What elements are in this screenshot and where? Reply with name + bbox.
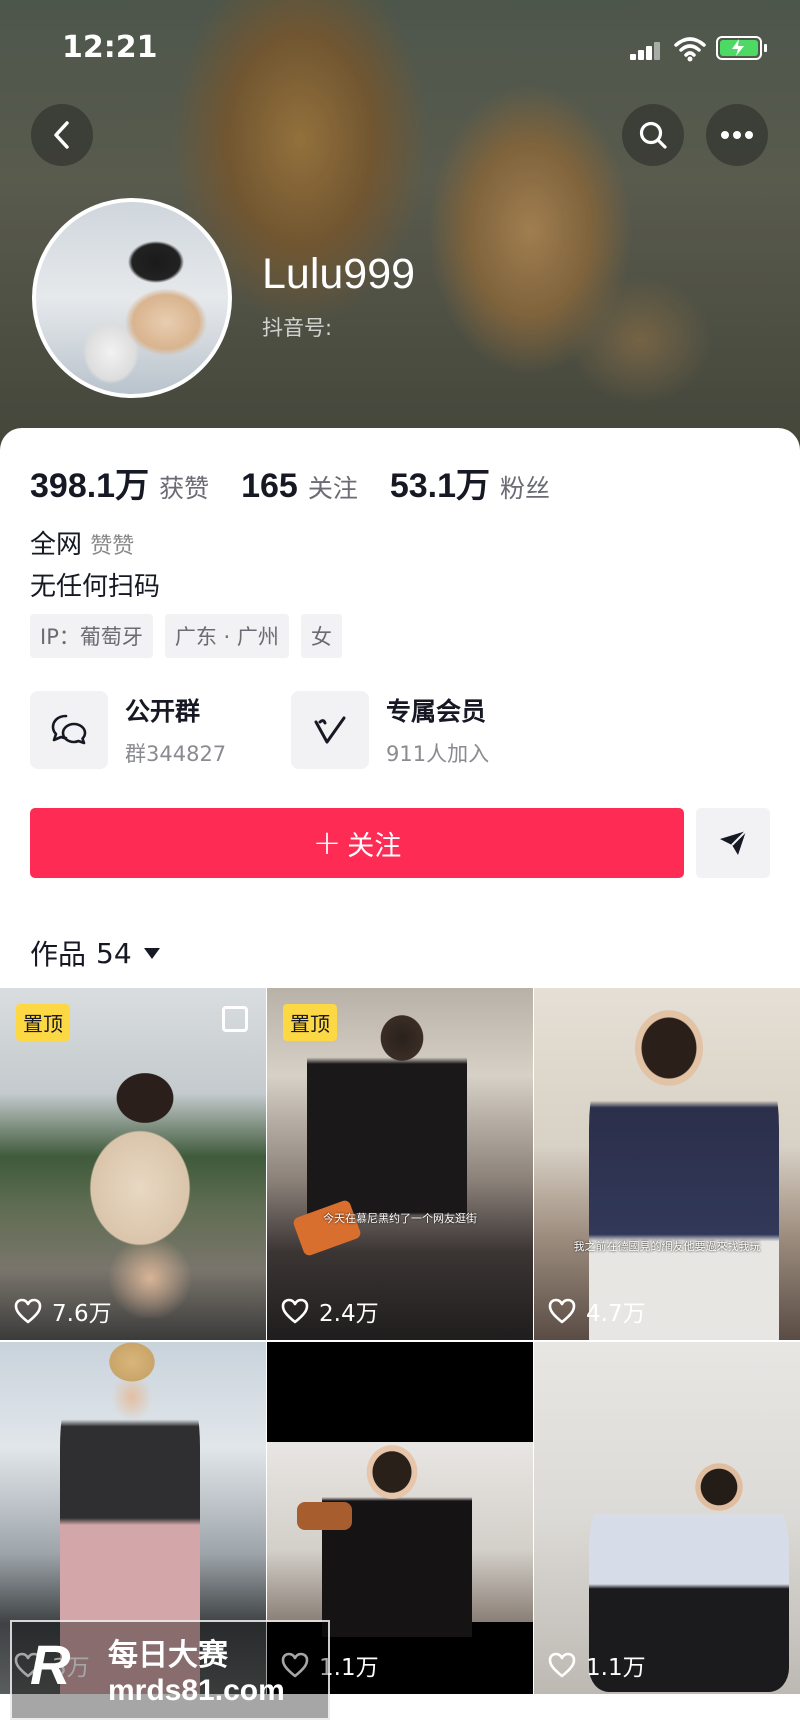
public-group-title: 公开群 bbox=[125, 697, 201, 726]
heart-icon bbox=[548, 1298, 576, 1324]
bio-line-1: 全网 赞赞 bbox=[30, 524, 134, 561]
status-bar: 12:21 bbox=[0, 28, 800, 68]
works-tab-label: 作品 bbox=[30, 938, 87, 971]
chevron-left-icon bbox=[54, 121, 69, 149]
cellular-signal-icon bbox=[630, 40, 662, 60]
video-thumbnail[interactable]: 1.1万 bbox=[534, 1342, 800, 1694]
video-like-count: 7.6万 bbox=[14, 1294, 112, 1328]
heart-icon bbox=[548, 1652, 576, 1678]
video-subtitle: 我之前在德國見的網友他要過來找我玩 bbox=[573, 1240, 761, 1253]
douyin-id-label[interactable]: 抖音号: bbox=[262, 312, 332, 342]
video-like-count: 1.1万 bbox=[548, 1648, 646, 1682]
video-like-count: 2.4万 bbox=[281, 1294, 379, 1328]
heart-icon bbox=[14, 1298, 42, 1324]
stat-followers-label: 粉丝 bbox=[500, 474, 551, 503]
works-count: 54 bbox=[96, 936, 132, 970]
stat-likes-value: 398.1万 bbox=[30, 467, 150, 505]
stat-following-value: 165 bbox=[241, 467, 298, 505]
status-time: 12:21 bbox=[62, 30, 158, 65]
tag-location: 广东 · 广州 bbox=[164, 614, 289, 658]
video-thumbnail[interactable]: 置顶 7.6万 bbox=[0, 988, 266, 1340]
share-button[interactable] bbox=[696, 808, 770, 878]
multi-image-icon bbox=[222, 1006, 248, 1032]
stat-likes-label: 获赞 bbox=[159, 474, 210, 503]
follow-button-label: 关注 bbox=[347, 830, 402, 862]
video-thumbnail[interactable]: 我之前在德國見的網友他要過來找我玩 4.7万 bbox=[534, 988, 800, 1340]
pinned-badge: 置顶 bbox=[16, 1004, 70, 1041]
stat-following[interactable]: 165 关注 bbox=[241, 467, 358, 506]
tag-gender: 女 bbox=[300, 614, 342, 658]
public-group-number: 群344827 bbox=[125, 742, 227, 766]
back-button[interactable] bbox=[31, 104, 93, 166]
heart-icon bbox=[281, 1298, 309, 1324]
profile-tags: IP：葡萄牙 广东 · 广州 女 bbox=[30, 614, 354, 658]
follow-button[interactable]: + 关注 bbox=[30, 808, 684, 878]
public-group-entry[interactable]: 公开群 群344827 bbox=[30, 691, 226, 769]
video-like-count: 4.7万 bbox=[548, 1294, 646, 1328]
exclusive-membership-entry[interactable]: 专属会员 911人加入 bbox=[291, 691, 489, 769]
watermark-logo-mark: R bbox=[30, 1633, 71, 1696]
video-like-value: 1.1万 bbox=[586, 1655, 646, 1681]
tag-ip: IP：葡萄牙 bbox=[30, 614, 153, 658]
group-chat-icon bbox=[30, 691, 108, 769]
more-options-button[interactable] bbox=[706, 104, 768, 166]
bio-line-2: 无任何扫码 bbox=[30, 572, 161, 602]
membership-v-icon bbox=[291, 691, 369, 769]
stat-followers[interactable]: 53.1万 粉丝 bbox=[390, 458, 550, 507]
video-like-value: 7.6万 bbox=[52, 1301, 112, 1327]
wifi-icon bbox=[674, 37, 706, 62]
battery-charging-icon bbox=[716, 36, 767, 60]
stat-followers-value: 53.1万 bbox=[389, 467, 491, 505]
bio-line-1-text: 全网 bbox=[30, 530, 91, 560]
profile-stats: 398.1万 获赞 165 关注 53.1万 粉丝 bbox=[30, 458, 582, 507]
watermark-url: mrds81.com bbox=[108, 1674, 285, 1707]
avatar[interactable] bbox=[32, 198, 232, 398]
exclusive-membership-title: 专属会员 bbox=[386, 697, 487, 726]
search-icon bbox=[639, 121, 667, 149]
works-tab[interactable]: 作品 54 bbox=[30, 933, 160, 973]
watermark-logo: R 每日大赛 mrds81.com bbox=[10, 1620, 330, 1720]
plus-icon: + bbox=[312, 823, 342, 863]
video-subtitle: 今天在慕尼黑约了一个网友逛街 bbox=[323, 1212, 477, 1225]
video-like-value: 2.4万 bbox=[319, 1301, 379, 1327]
video-like-value: 4.7万 bbox=[586, 1301, 646, 1327]
profile-panel: 398.1万 获赞 165 关注 53.1万 粉丝 全网 赞赞 无任何扫码 IP… bbox=[0, 428, 800, 1731]
pinned-badge: 置顶 bbox=[283, 1004, 337, 1041]
bio-line-1-faded: 赞赞 bbox=[90, 534, 135, 559]
video-grid: 置顶 7.6万 置顶 今天在慕尼黑约了一个网友逛街 2.4万 我之前在德國見的網… bbox=[0, 988, 800, 1694]
stat-following-label: 关注 bbox=[307, 474, 358, 503]
search-button[interactable] bbox=[622, 104, 684, 166]
stat-likes[interactable]: 398.1万 获赞 bbox=[30, 458, 209, 507]
send-icon bbox=[720, 830, 747, 855]
watermark-title: 每日大赛 bbox=[108, 1638, 228, 1673]
exclusive-membership-count: 911人加入 bbox=[386, 742, 490, 766]
profile-nickname: Lulu999 bbox=[262, 250, 416, 298]
more-horizontal-icon bbox=[721, 131, 753, 139]
caret-down-icon bbox=[143, 947, 160, 959]
video-thumbnail[interactable]: 置顶 今天在慕尼黑约了一个网友逛街 2.4万 bbox=[267, 988, 533, 1340]
